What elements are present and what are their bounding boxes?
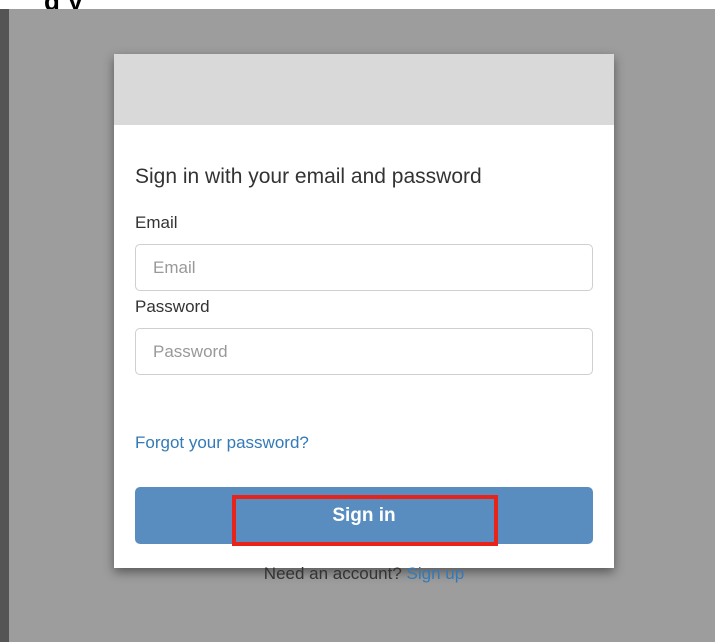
card-banner [114,54,614,125]
email-input[interactable] [135,244,593,291]
email-label: Email [135,213,178,232]
forgot-password-link[interactable]: Forgot your password? [135,433,309,453]
highlight-annotation-box [232,495,498,546]
password-label: Password [135,297,210,316]
form-heading: Sign in with your email and password [135,165,482,188]
signup-row: Need an account? Sign up [135,564,593,584]
signup-prompt: Need an account? [263,564,407,583]
sign-up-link[interactable]: Sign up [407,564,465,583]
password-input[interactable] [135,328,593,375]
signin-card: Sign in with your email and password Ema… [114,54,614,583]
